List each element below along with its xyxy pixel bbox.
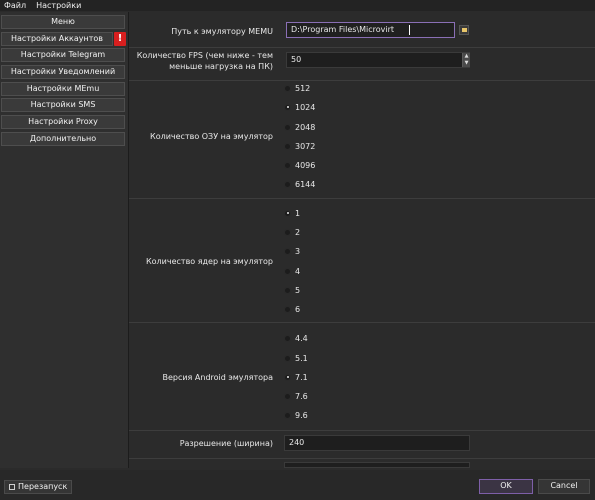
bottom-bar: Перезапуск OK Cancel <box>0 470 595 500</box>
memu-path-input[interactable]: D:\Program Files\Microvirt <box>286 22 455 38</box>
sidebar-item-proxy[interactable]: Настройки Proxy <box>1 115 125 129</box>
cores-option-5[interactable]: 5 <box>284 284 300 296</box>
sidebar-item-additional[interactable]: Дополнительно <box>1 132 125 146</box>
next-setting-input[interactable] <box>284 462 470 468</box>
radio-icon[interactable] <box>284 334 291 342</box>
radio-icon[interactable] <box>284 411 291 419</box>
ram-label: Количество ОЗУ на эмулятор <box>150 132 273 141</box>
radio-icon[interactable] <box>284 247 291 255</box>
divider <box>129 80 595 81</box>
radio-icon[interactable] <box>284 354 291 362</box>
radio-icon[interactable] <box>284 305 291 313</box>
memu-path-label: Путь к эмулятору MEMU <box>171 27 273 36</box>
sidebar-item-memu[interactable]: Настройки MEmu <box>1 82 125 96</box>
restart-icon <box>9 483 15 490</box>
cores-option-1[interactable]: 1 <box>284 207 300 219</box>
ram-option-4096[interactable]: 4096 <box>284 159 315 171</box>
radio-icon[interactable] <box>284 123 291 131</box>
radio-icon[interactable] <box>284 228 291 236</box>
radio-icon[interactable] <box>284 392 291 400</box>
android-option-7-6[interactable]: 7.6 <box>284 390 308 402</box>
sidebar-item-telegram[interactable]: Настройки Telegram <box>1 48 125 62</box>
android-version-label: Версия Android эмулятора <box>162 373 273 382</box>
resolution-label: Разрешение (ширина) <box>179 439 273 448</box>
resolution-input[interactable]: 240 <box>284 435 470 451</box>
sidebar-item-menu[interactable]: Меню <box>1 15 125 29</box>
sidebar-item-sms[interactable]: Настройки SMS <box>1 98 125 112</box>
android-option-9-6[interactable]: 9.6 <box>284 409 308 421</box>
radio-icon[interactable] <box>284 142 291 150</box>
cancel-button[interactable]: Cancel <box>538 479 590 494</box>
ram-option-2048[interactable]: 2048 <box>284 121 315 133</box>
divider <box>129 430 595 431</box>
radio-icon[interactable] <box>284 84 291 92</box>
divider <box>129 458 595 459</box>
android-option-7-1[interactable]: 7.1 <box>284 371 308 383</box>
sidebar-item-accounts[interactable]: Настройки Аккаунтов <box>1 32 113 46</box>
android-option-5-1[interactable]: 5.1 <box>284 352 308 364</box>
ram-option-6144[interactable]: 6144 <box>284 178 315 190</box>
divider <box>129 322 595 323</box>
android-option-4-4[interactable]: 4.4 <box>284 332 308 344</box>
ram-option-1024[interactable]: 1024 <box>284 101 315 113</box>
ram-option-3072[interactable]: 3072 <box>284 140 315 152</box>
sidebar: Меню Настройки Аккаунтов Настройки Teleg… <box>0 12 129 468</box>
divider <box>129 47 595 48</box>
cores-option-6[interactable]: 6 <box>284 303 300 315</box>
menu-settings[interactable]: Настройки <box>36 0 81 11</box>
fps-input[interactable]: 50 <box>286 52 470 68</box>
restart-button[interactable]: Перезапуск <box>4 480 72 494</box>
ram-option-512[interactable]: 512 <box>284 82 310 94</box>
ok-button[interactable]: OK <box>479 479 533 494</box>
fps-stepper[interactable]: ▲ ▼ <box>462 53 470 67</box>
radio-icon[interactable] <box>284 286 291 294</box>
fps-label-line2: меньше нагрузка на ПК) <box>169 62 273 71</box>
restart-label: Перезапуск <box>18 482 68 491</box>
warning-icon: ! <box>114 32 126 46</box>
divider <box>129 198 595 199</box>
cores-option-2[interactable]: 2 <box>284 226 300 238</box>
radio-icon[interactable] <box>284 267 291 275</box>
radio-selected-icon[interactable] <box>284 373 291 381</box>
text-cursor <box>409 25 410 35</box>
sidebar-item-notifications[interactable]: Настройки Уведомлений <box>1 65 125 79</box>
radio-icon[interactable] <box>284 161 291 169</box>
cores-option-4[interactable]: 4 <box>284 265 300 277</box>
radio-selected-icon[interactable] <box>284 103 291 111</box>
cores-label: Количество ядер на эмулятор <box>145 257 273 266</box>
settings-panel: Путь к эмулятору MEMU D:\Program Files\M… <box>129 12 595 468</box>
stepper-up-icon[interactable]: ▲ <box>463 53 470 60</box>
menubar: Файл Настройки <box>0 0 595 11</box>
menu-file[interactable]: Файл <box>4 0 26 11</box>
radio-icon[interactable] <box>284 180 291 188</box>
fps-label: Количество FPS (чем ниже - тем меньше на… <box>129 50 273 72</box>
fps-label-line1: Количество FPS (чем ниже - тем <box>136 51 273 60</box>
folder-browse-icon[interactable] <box>459 25 469 35</box>
radio-selected-icon[interactable] <box>284 209 291 217</box>
cores-option-3[interactable]: 3 <box>284 245 300 257</box>
stepper-down-icon[interactable]: ▼ <box>463 60 470 67</box>
